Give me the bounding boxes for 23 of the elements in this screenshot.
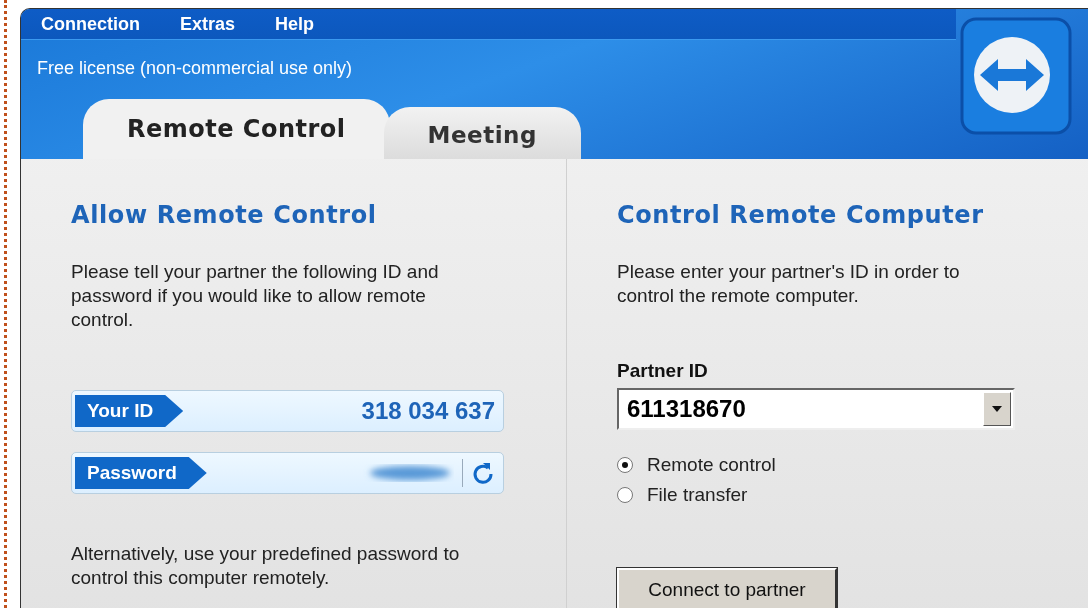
refresh-icon[interactable]	[471, 461, 495, 485]
note-text: Alternatively, use your predefined password to control this computer remotely.	[71, 542, 461, 590]
radio-label[interactable]: File transfer	[647, 484, 748, 506]
license-text: Free license (non-commercial use only)	[37, 58, 353, 78]
field-label: Partner ID	[617, 360, 709, 382]
dropdown-caret-icon[interactable]	[992, 406, 1002, 412]
id-value: 318 034 637	[361, 397, 495, 425]
section-title: Control Remote Computer	[617, 201, 985, 229]
radio-button[interactable]	[617, 457, 633, 473]
tab[interactable]: Meeting	[383, 107, 581, 159]
instruction-text: Please enter your partner's ID in order to control the remote computer.	[617, 260, 961, 308]
connect-button[interactable]: Connect to partner	[617, 568, 837, 608]
menu-item[interactable]: Help	[275, 13, 315, 35]
partner-id-combobox[interactable]: 611318670	[617, 388, 1015, 430]
id-label: Your ID	[75, 395, 184, 427]
menu-item[interactable]: Extras	[180, 13, 236, 35]
section-title: Allow Remote Control	[71, 201, 378, 229]
instruction-text: Please tell your partner the following ID and password if you would like to allow remote control.	[71, 260, 440, 332]
radio-button[interactable]	[617, 487, 633, 503]
password-label: Password	[75, 457, 207, 489]
radio-label[interactable]: Remote control	[647, 454, 776, 476]
tab[interactable]: Remote Control	[83, 99, 390, 159]
menu-item[interactable]: Connection	[41, 13, 140, 35]
